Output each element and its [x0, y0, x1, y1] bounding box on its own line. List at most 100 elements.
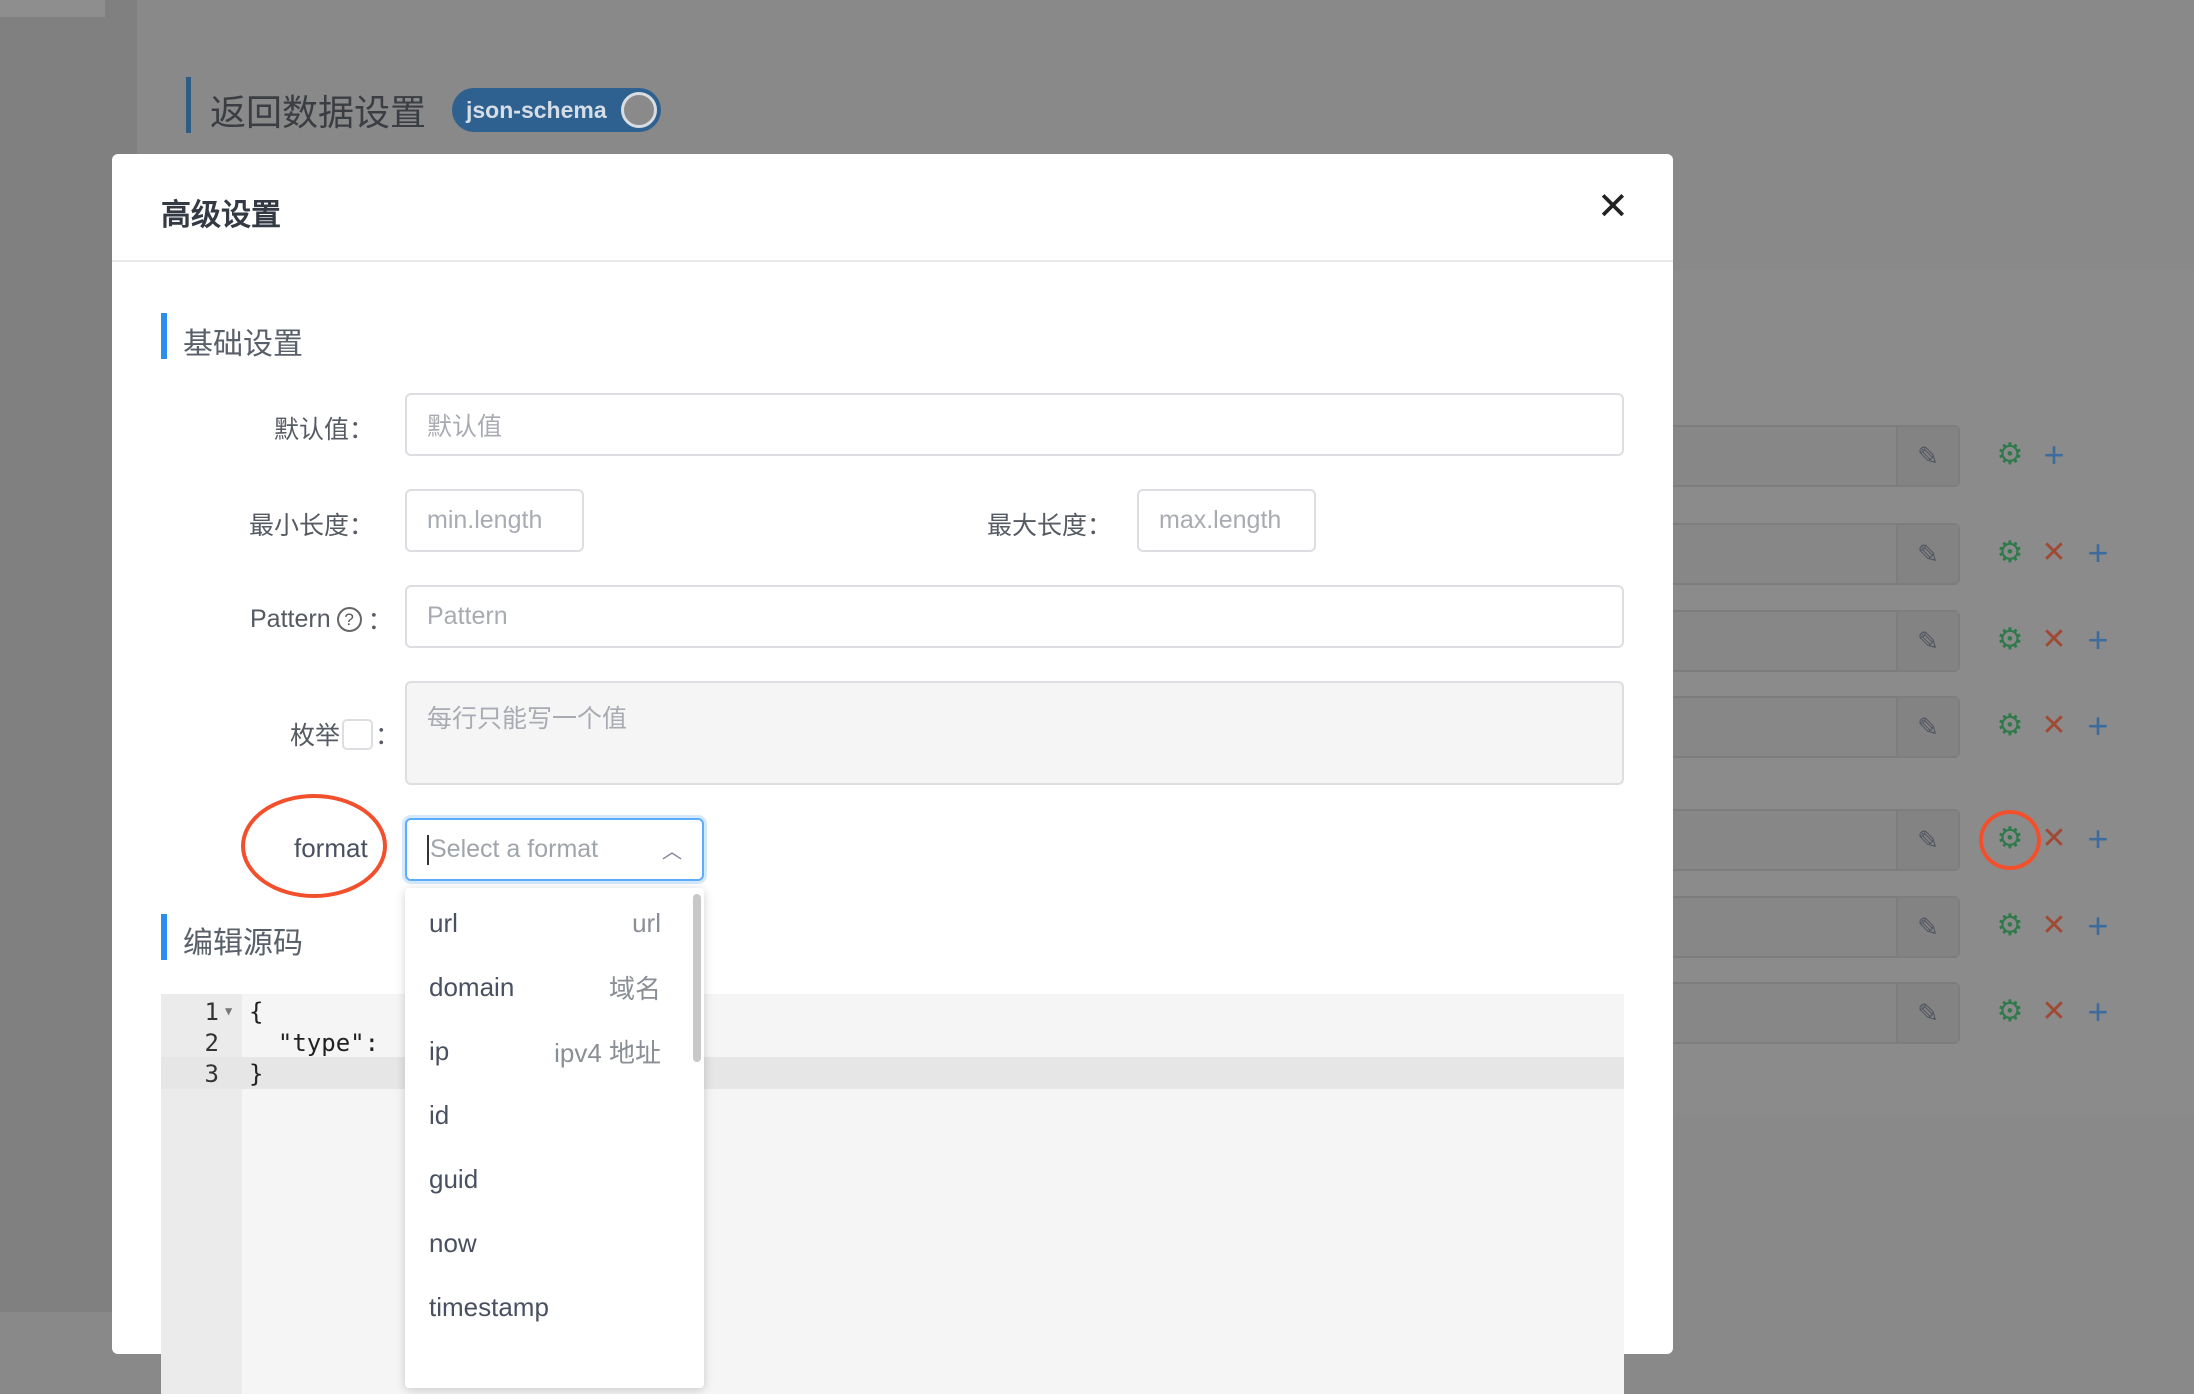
advanced-settings-modal: 高级设置 ✕ 基础设置 默认值： 默认值 最小长度： min.length 最大…: [112, 154, 1673, 1394]
field-row-input[interactable]: ✎: [1660, 896, 1960, 958]
edit-icon[interactable]: ✎: [1896, 698, 1958, 756]
close-icon[interactable]: ✕: [1597, 184, 1629, 229]
option-value: ip: [429, 1035, 450, 1066]
option-value: guid: [429, 1163, 479, 1194]
dropdown-scrollbar[interactable]: [693, 894, 701, 1062]
enum-checkbox[interactable]: [342, 718, 374, 750]
plus-icon[interactable]: +: [2081, 821, 2115, 857]
gear-icon[interactable]: ⚙: [1993, 911, 2027, 941]
plus-icon[interactable]: +: [2081, 622, 2115, 658]
placeholder: Select a format: [430, 835, 599, 863]
edit-icon[interactable]: ✎: [1896, 427, 1958, 485]
colon: ：: [367, 607, 393, 635]
section-bar: [161, 914, 167, 960]
gear-icon[interactable]: ⚙: [1993, 997, 2027, 1027]
sidebar-logo-area: [0, 0, 105, 17]
code-line: }: [249, 1060, 264, 1088]
text-caret: [427, 834, 429, 865]
field-row-input[interactable]: ✎: [1660, 696, 1960, 758]
active-line: [161, 1057, 1624, 1089]
plus-icon[interactable]: +: [2081, 708, 2115, 744]
edit-icon[interactable]: ✎: [1896, 525, 1958, 583]
edit-icon[interactable]: ✎: [1896, 984, 1958, 1042]
response-settings-title: 返回数据设置: [210, 92, 427, 133]
gear-icon[interactable]: ⚙: [1993, 538, 2027, 568]
max-length-label: 最大长度：: [986, 512, 1112, 540]
edit-icon[interactable]: ✎: [1896, 612, 1958, 670]
format-option[interactable]: id: [405, 1083, 685, 1147]
format-option[interactable]: ip ipv4 地址: [405, 1019, 685, 1083]
placeholder: 默认值: [427, 412, 503, 441]
annotation-circle: [1979, 810, 2041, 870]
placeholder: Pattern: [427, 602, 508, 630]
close-icon[interactable]: ✕: [2037, 711, 2071, 741]
default-value-input[interactable]: 默认值: [405, 393, 1624, 456]
line-number: 2: [204, 1029, 219, 1057]
section-bar: [186, 77, 191, 133]
option-desc: url: [632, 907, 661, 938]
field-row-input[interactable]: ✎: [1660, 610, 1960, 672]
field-row-input[interactable]: ✎: [1660, 809, 1960, 871]
option-value: domain: [429, 971, 515, 1002]
plus-icon[interactable]: +: [2037, 437, 2071, 473]
code-line: {: [249, 998, 264, 1026]
basic-settings-heading: 基础设置: [183, 328, 303, 361]
annotation-ellipse: [241, 794, 387, 898]
chevron-up-icon: ︿: [662, 841, 682, 863]
format-select[interactable]: Select a format ︿: [405, 818, 704, 881]
field-row-input[interactable]: ✎: [1660, 425, 1960, 487]
close-icon[interactable]: ✕: [2037, 538, 2071, 568]
code-editor[interactable]: 1 {2 "type": 3} ▼: [161, 994, 1624, 1394]
pattern-input[interactable]: Pattern: [405, 585, 1624, 648]
min-length-input[interactable]: min.length: [405, 489, 584, 552]
option-desc: ipv4 地址: [554, 1037, 661, 1068]
edit-icon[interactable]: ✎: [1896, 811, 1958, 869]
format-option[interactable]: guid: [405, 1147, 685, 1211]
modal-title: 高级设置: [161, 199, 281, 232]
toggle-knob: [621, 92, 657, 128]
min-length-label: 最小长度：: [248, 512, 374, 540]
pattern-label-text: Pattern: [250, 604, 331, 633]
gear-icon[interactable]: ⚙: [1993, 711, 2027, 741]
placeholder: min.length: [427, 506, 543, 534]
placeholder: max.length: [1159, 506, 1282, 534]
max-length-input[interactable]: max.length: [1137, 489, 1316, 552]
format-option[interactable]: now: [405, 1211, 685, 1275]
field-row-input[interactable]: ✎: [1660, 982, 1960, 1044]
close-icon[interactable]: ✕: [2037, 625, 2071, 655]
format-dropdown: url url domain 域名 ip ipv4 地址 id guid now timestam…: [405, 888, 704, 1388]
close-icon[interactable]: ✕: [2037, 824, 2071, 854]
json-schema-toggle[interactable]: json-schema: [452, 88, 661, 132]
section-bar: [161, 313, 167, 359]
option-value: id: [429, 1099, 450, 1130]
line-number: 3: [204, 1060, 219, 1088]
plus-icon[interactable]: +: [2081, 535, 2115, 571]
line-number: 1: [204, 998, 219, 1026]
toggle-label: json-schema: [466, 97, 607, 123]
plus-icon[interactable]: +: [2081, 994, 2115, 1030]
close-icon[interactable]: ✕: [2037, 911, 2071, 941]
plus-icon[interactable]: +: [2081, 908, 2115, 944]
default-label: 默认值：: [273, 416, 374, 444]
format-option[interactable]: timestamp: [405, 1275, 685, 1339]
gear-icon[interactable]: ⚙: [1993, 440, 2027, 470]
enum-textarea[interactable]: 每行只能写一个值: [405, 681, 1624, 785]
close-icon[interactable]: ✕: [2037, 997, 2071, 1027]
enum-label-text: 枚举: [290, 722, 341, 750]
help-icon[interactable]: ?: [336, 606, 362, 632]
edit-source-heading: 编辑源码: [183, 927, 303, 960]
option-value: now: [429, 1227, 477, 1258]
format-option[interactable]: domain 域名: [405, 955, 685, 1019]
pattern-label: Pattern ? ：: [250, 601, 393, 637]
modal-header: [112, 154, 1673, 262]
option-value: timestamp: [429, 1291, 549, 1322]
code-line: "type":: [249, 1029, 394, 1057]
edit-icon[interactable]: ✎: [1896, 898, 1958, 956]
option-value: url: [429, 907, 458, 938]
fold-arrow-icon[interactable]: ▼: [225, 1004, 232, 1018]
format-option[interactable]: url url: [405, 891, 685, 955]
colon: ：: [375, 722, 401, 750]
gear-icon[interactable]: ⚙: [1993, 625, 2027, 655]
field-row-input[interactable]: ✎: [1660, 523, 1960, 585]
enum-label: 枚举 ：: [290, 716, 400, 752]
